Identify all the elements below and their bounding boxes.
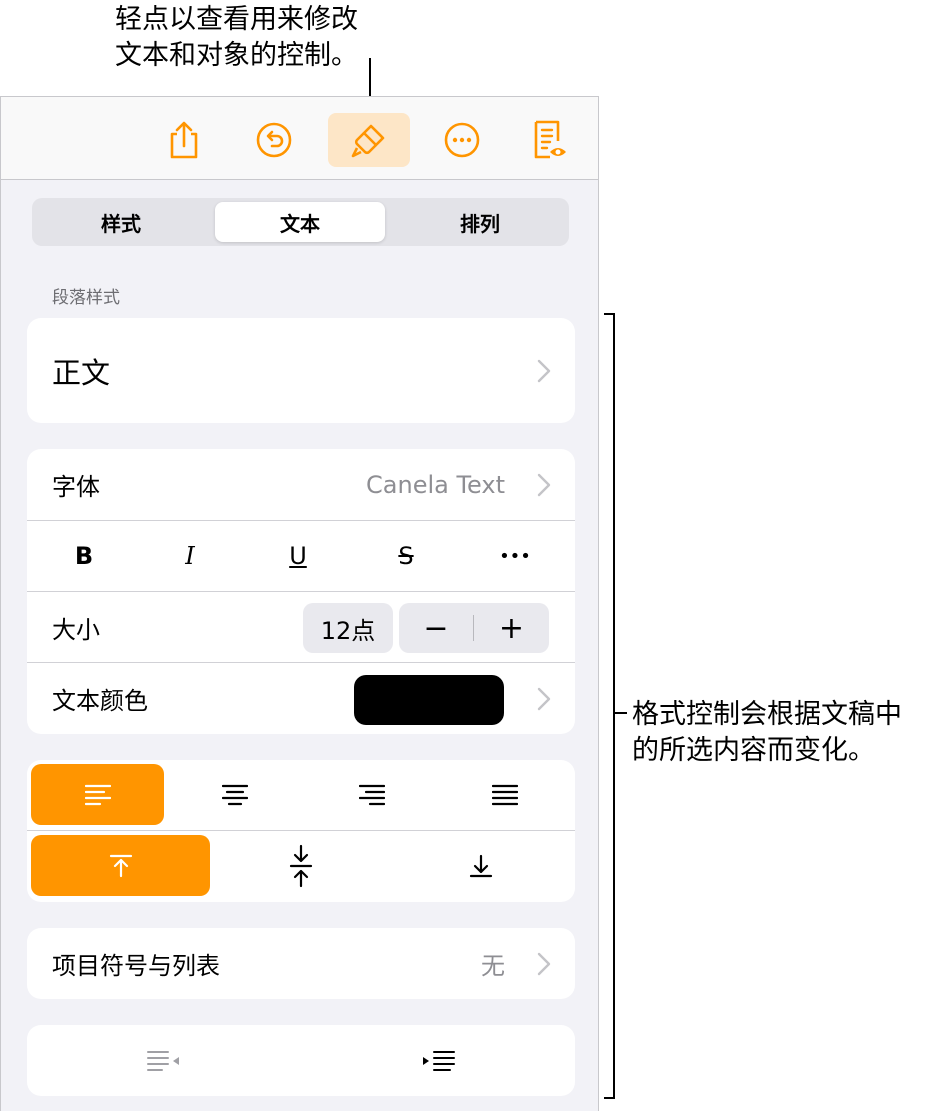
callout-bracket-tick — [615, 712, 627, 714]
format-button[interactable] — [328, 113, 410, 167]
align-middle-icon — [289, 844, 312, 887]
tab-arrange[interactable]: 排列 — [395, 202, 565, 242]
bullets-row[interactable]: 项目符号与列表 无 — [27, 928, 575, 999]
chevron-right-icon — [537, 473, 551, 496]
top-callout: 轻点以查看用来修改 文本和对象的控制。 — [115, 2, 358, 74]
align-center-icon — [221, 784, 248, 805]
top-callout-line1: 轻点以查看用来修改 — [115, 4, 358, 35]
top-callout-line2: 文本和对象的控制。 — [115, 40, 358, 71]
paragraph-style-row[interactable]: 正文 — [27, 318, 575, 423]
share-button[interactable] — [143, 113, 225, 167]
align-right-icon — [358, 784, 385, 805]
align-center-button[interactable] — [168, 764, 301, 825]
italic-button[interactable]: I — [135, 521, 245, 591]
size-label: 大小 — [52, 615, 100, 644]
tab-text[interactable]: 文本 — [215, 202, 385, 242]
vertical-align-middle-button[interactable] — [210, 835, 391, 896]
chevron-right-icon — [537, 952, 551, 975]
bullets-value: 无 — [481, 952, 505, 980]
align-justify-button[interactable] — [438, 764, 571, 825]
more-icon — [444, 122, 480, 158]
size-value: 12点 — [320, 616, 376, 645]
share-icon — [170, 121, 198, 159]
indent-card — [27, 1025, 575, 1096]
more-button[interactable] — [421, 113, 503, 167]
underline-label: U — [289, 542, 307, 570]
alignment-card — [27, 760, 575, 902]
align-left-icon — [84, 784, 111, 805]
increase-indent-icon — [423, 1050, 455, 1071]
separator — [27, 830, 575, 831]
bold-label: B — [74, 542, 94, 570]
size-row: 大小 12点 − + — [27, 592, 575, 662]
more-font-options-button[interactable]: ••• — [460, 521, 570, 591]
font-style-row: B I U S ••• — [27, 521, 575, 591]
increase-indent-button[interactable] — [301, 1025, 575, 1096]
font-label: 字体 — [52, 473, 100, 501]
font-row[interactable]: 字体 Canela Text — [27, 449, 575, 520]
chevron-right-icon — [537, 687, 551, 710]
align-justify-icon — [491, 784, 518, 805]
right-callout-line1: 格式控制会根据文稿中 — [632, 699, 902, 730]
document-view-icon — [534, 120, 566, 159]
bold-button[interactable]: B — [29, 521, 139, 591]
right-callout: 格式控制会根据文稿中 的所选内容而变化。 — [632, 697, 902, 769]
align-bottom-icon — [469, 854, 493, 877]
align-top-icon — [109, 854, 132, 877]
font-value: Canela Text — [366, 470, 505, 499]
align-left-button[interactable] — [31, 764, 164, 825]
text-color-swatch[interactable] — [354, 675, 504, 725]
text-color-label: 文本颜色 — [52, 687, 148, 715]
strikethrough-label: S — [398, 542, 414, 570]
size-increase-button[interactable]: + — [474, 611, 549, 646]
document-view-button[interactable] — [509, 113, 591, 167]
undo-button[interactable] — [233, 113, 315, 167]
paragraph-style-section-label: 段落样式 — [52, 288, 120, 308]
underline-button[interactable]: U — [243, 521, 353, 591]
tab-style[interactable]: 样式 — [36, 202, 206, 242]
tab-bar: 样式 文本 排列 — [32, 198, 569, 246]
vertical-align-bottom-button[interactable] — [391, 835, 571, 896]
format-brush-icon — [351, 124, 385, 158]
format-panel: 样式 文本 排列 段落样式 正文 字体 Canela Text B I U S … — [0, 96, 599, 1111]
bullets-card[interactable]: 项目符号与列表 无 — [27, 928, 575, 999]
more-options-label: ••• — [499, 545, 531, 567]
right-callout-line2: 的所选内容而变化。 — [632, 735, 875, 766]
bullets-label: 项目符号与列表 — [52, 952, 220, 980]
font-card: 字体 Canela Text B I U S ••• 大小 12点 − + 文本… — [27, 449, 575, 734]
size-decrease-button[interactable]: − — [399, 611, 473, 646]
paragraph-style-value: 正文 — [52, 355, 111, 390]
decrease-indent-button[interactable] — [27, 1025, 301, 1096]
decrease-indent-icon — [147, 1050, 179, 1071]
paragraph-style-card[interactable]: 正文 — [27, 318, 575, 423]
size-stepper: − + — [399, 603, 549, 653]
text-color-row[interactable]: 文本颜色 — [27, 663, 575, 734]
callout-bracket — [604, 313, 615, 1099]
italic-label: I — [185, 542, 195, 570]
align-right-button[interactable] — [305, 764, 438, 825]
undo-icon — [256, 122, 292, 158]
chevron-right-icon — [537, 359, 551, 382]
strikethrough-button[interactable]: S — [351, 521, 461, 591]
toolbar — [1, 97, 598, 180]
size-value-field[interactable]: 12点 — [303, 603, 393, 653]
vertical-align-top-button[interactable] — [31, 835, 210, 896]
